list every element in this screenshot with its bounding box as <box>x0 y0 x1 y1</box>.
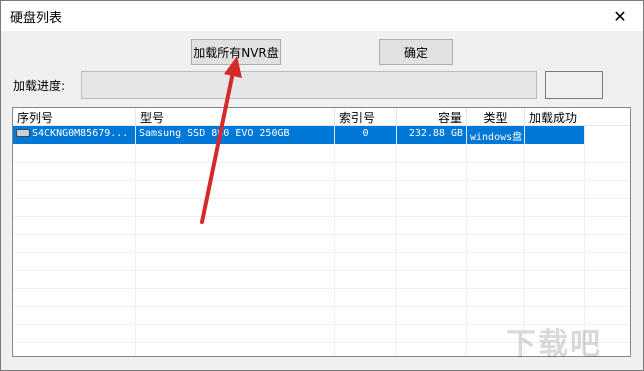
cell-type: windows盘 <box>467 126 525 144</box>
progress-readout-box <box>545 71 603 99</box>
grid-line <box>13 234 630 235</box>
column-header-loaded[interactable]: 加载成功 <box>525 108 630 126</box>
column-header-serial[interactable]: 序列号 <box>13 108 136 126</box>
grid-line <box>13 288 630 289</box>
grid-line <box>13 306 630 307</box>
cell-serial: S4CKNG0M85679... <box>13 126 136 144</box>
column-header-capacity[interactable]: 容量 <box>397 108 467 126</box>
cell-loaded <box>525 126 585 144</box>
hard-disk-icon <box>16 129 30 137</box>
close-icon[interactable]: ✕ <box>597 1 643 31</box>
grid-line <box>13 216 630 217</box>
serial-value: S4CKNG0M85679... <box>32 128 129 139</box>
load-progress-bar <box>81 71 537 99</box>
window-title: 硬盘列表 <box>10 11 63 26</box>
column-header-model[interactable]: 型号 <box>136 108 335 126</box>
grid-line <box>13 162 630 163</box>
disk-list-window: 硬盘列表 ✕ 加载所有NVR盘 确定 加载进度: 序列号 型号 索引号 容量 类… <box>0 0 644 371</box>
table-header: 序列号 型号 索引号 容量 类型 加载成功 <box>13 108 630 126</box>
column-header-index[interactable]: 索引号 <box>335 108 397 126</box>
watermark-logo: 下载吧 <box>506 327 602 362</box>
grid-line <box>13 198 630 199</box>
column-header-type[interactable]: 类型 <box>467 108 525 126</box>
title-bar[interactable]: 硬盘列表 ✕ <box>1 1 643 31</box>
load-all-nvr-button[interactable]: 加载所有NVR盘 <box>191 39 281 65</box>
table-row[interactable]: S4CKNG0M85679... Samsung SSD 860 EVO 250… <box>13 126 630 144</box>
progress-label: 加载进度: <box>13 79 66 93</box>
ok-button[interactable]: 确定 <box>379 39 453 65</box>
cell-model: Samsung SSD 860 EVO 250GB <box>136 126 335 144</box>
grid-line <box>13 180 630 181</box>
grid-line <box>13 270 630 271</box>
cell-capacity: 232.88 GB <box>397 126 467 144</box>
grid-line <box>13 252 630 253</box>
cell-index: 0 <box>335 126 397 144</box>
